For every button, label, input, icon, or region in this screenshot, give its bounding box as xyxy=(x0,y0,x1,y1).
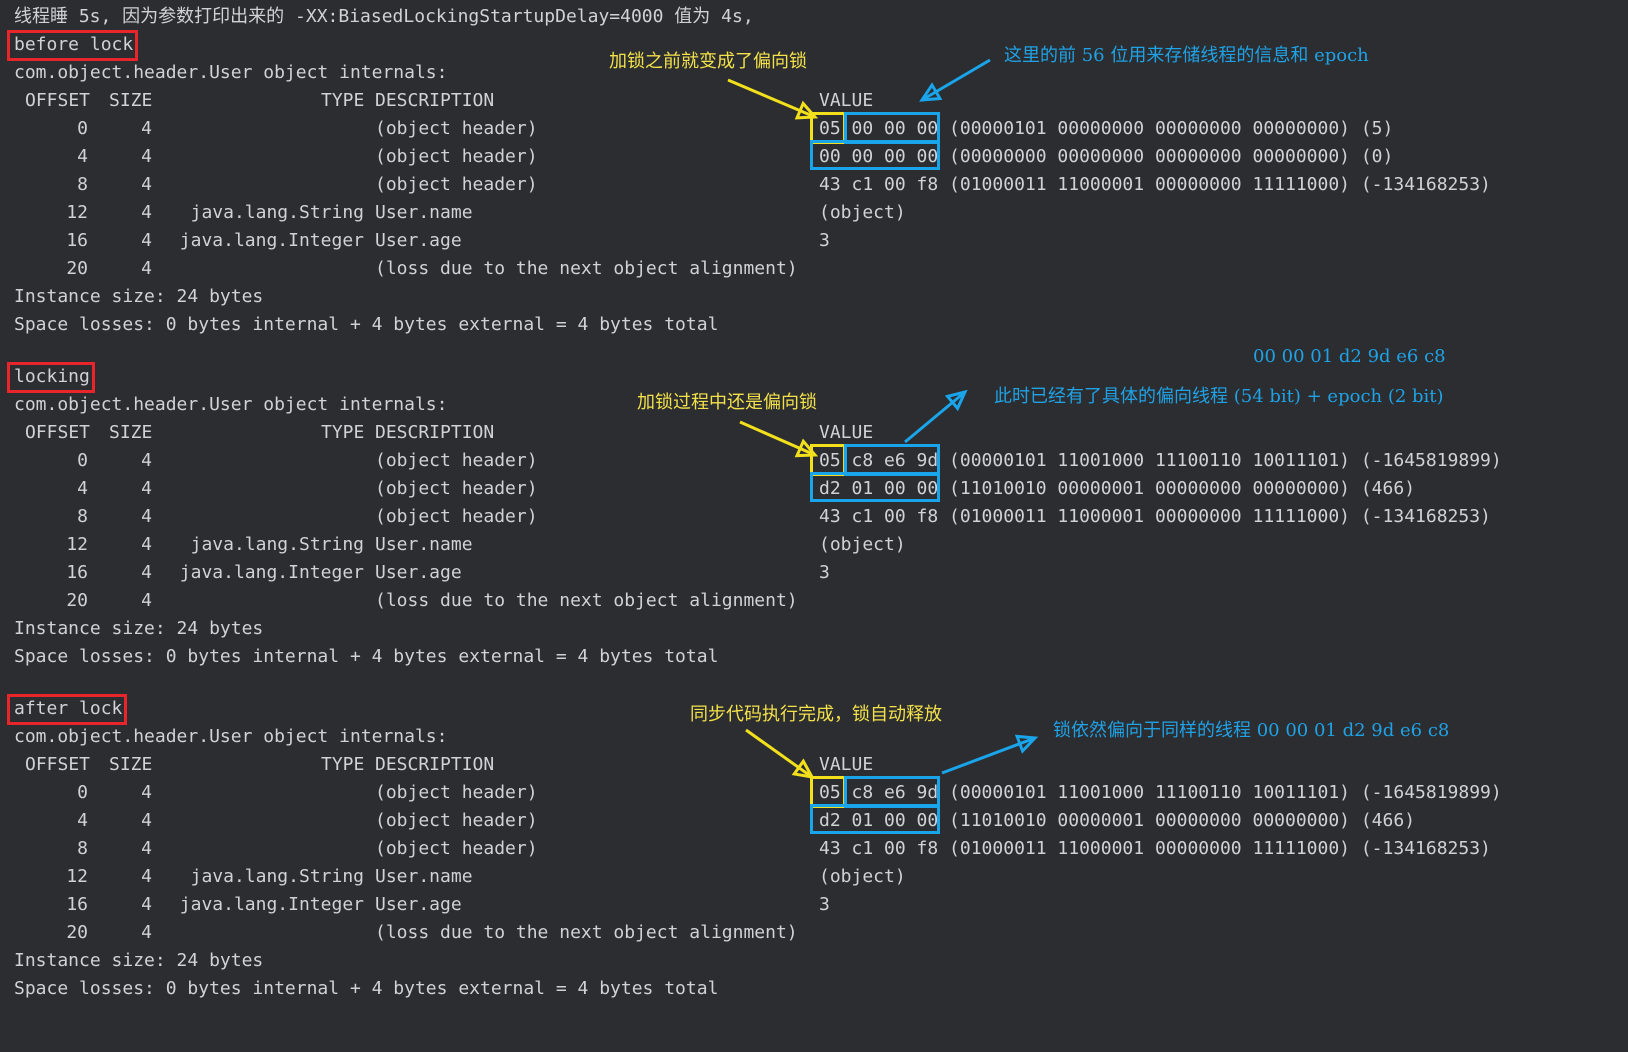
annotation-arrow xyxy=(904,389,968,444)
annotation-arrow xyxy=(727,78,819,120)
annotation-arrow xyxy=(941,734,1039,775)
annotation-arrow xyxy=(745,728,815,780)
annotation-arrow xyxy=(919,58,991,102)
annotation-arrows xyxy=(727,58,1039,780)
annotation-arrow xyxy=(739,420,819,458)
